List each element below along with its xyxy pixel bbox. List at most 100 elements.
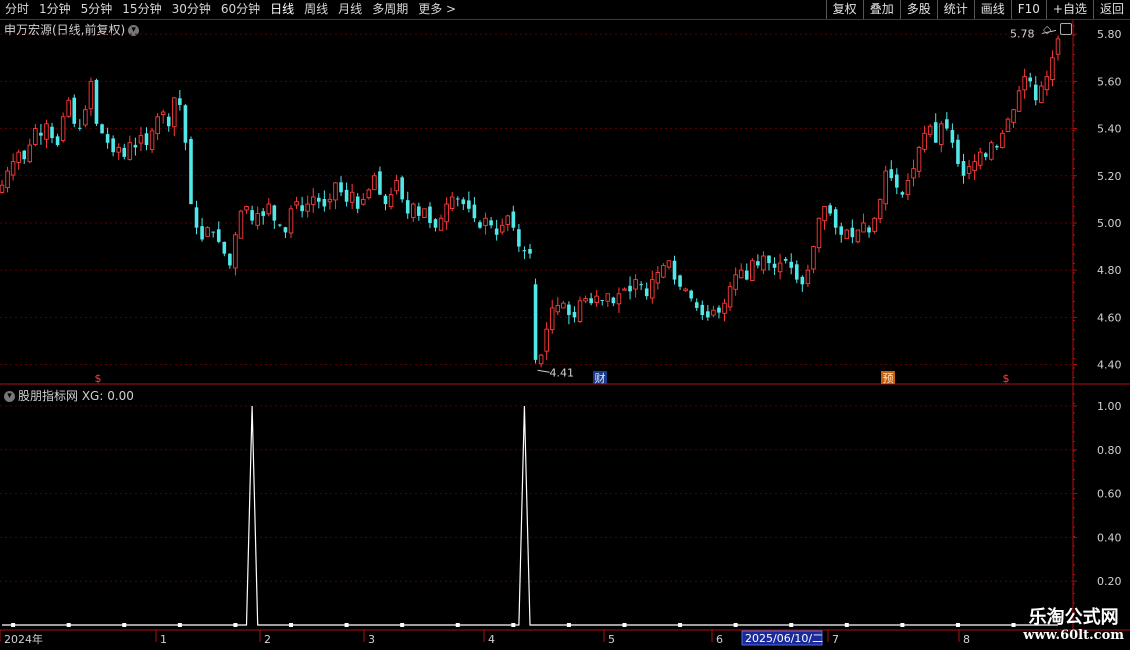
candle-body-down (383, 195, 388, 205)
candle-body-down (166, 116, 171, 127)
xg-point (177, 623, 182, 627)
candle-body-up (138, 135, 144, 144)
date-tick-label: 6 (716, 633, 723, 646)
candle-body-up (438, 217, 444, 231)
candle-body-up (1050, 57, 1055, 80)
candle-body-down (833, 209, 838, 228)
candle-body-down (644, 288, 649, 297)
candle-body-up (238, 210, 244, 239)
candle-body-down (428, 206, 432, 223)
indicator-tick-label: 0.40 (1097, 531, 1122, 544)
xg-point (455, 623, 460, 627)
xg-point (122, 623, 127, 627)
candle-body-up (777, 262, 783, 273)
xg-point (233, 623, 238, 627)
kline-chart[interactable]: 5.80 5.60 5.40 5.20 5.00 4.80 4.60 4.40 5.78 4.41… (0, 0, 1130, 650)
candle-body-up (905, 180, 911, 196)
candle-body-up (172, 97, 177, 128)
candle-body-up (310, 196, 316, 205)
candle-body-up (16, 151, 21, 163)
candle-body-up (605, 293, 611, 302)
watermark-title: 乐淘公式网 (1028, 606, 1119, 628)
candle-body-up (861, 222, 866, 233)
low-price-label: 4.41 (550, 366, 575, 379)
candle-body-up (1016, 90, 1022, 112)
candle-body-down (317, 197, 321, 202)
candle-body-up (127, 142, 133, 160)
candle-body-down (717, 307, 721, 313)
price-tick-label: 5.00 (1097, 217, 1122, 230)
candle-body-down (678, 275, 682, 287)
candle-body-up (288, 208, 294, 234)
event-marker[interactable]: 预 (883, 372, 894, 385)
xg-point (844, 623, 849, 627)
candle-body-up (711, 309, 716, 316)
candle-body-down (211, 231, 215, 233)
crosshair-date-label: 2025/06/10/二 (745, 632, 823, 645)
candle-body-up (977, 151, 983, 166)
xg-point (955, 623, 960, 627)
candle-body-up (449, 196, 455, 209)
candle-body-up (361, 198, 366, 205)
candle-body-up (549, 307, 555, 331)
candle-body-down (867, 227, 871, 233)
diamond-icon[interactable]: ◇ (1043, 23, 1051, 36)
candle-body-down (339, 182, 343, 193)
xg-indicator-line (2, 405, 1058, 626)
candle-body-down (400, 177, 404, 200)
candle-body-up (655, 272, 661, 284)
candle-body-down (355, 196, 360, 209)
candle-body-up (855, 229, 861, 243)
price-tick-label: 5.60 (1097, 75, 1122, 88)
candle-body-down (528, 248, 532, 254)
xg-point (11, 623, 16, 627)
candle-body-down (783, 259, 788, 261)
indicator-tick-label: 0.20 (1097, 575, 1122, 588)
candle-body-down (1028, 77, 1033, 82)
indicator-tick-label: 1.00 (1097, 400, 1122, 413)
candle-body-up (877, 198, 883, 219)
candle-body-up (544, 328, 549, 352)
candle-body-down (950, 130, 955, 143)
candle-body-down (533, 284, 538, 360)
candle-body-up (0, 184, 5, 193)
candle-body-up (233, 234, 238, 269)
candle-body-up (650, 279, 655, 299)
candle-body-up (394, 180, 399, 192)
candle-body-down (417, 206, 421, 216)
candle-body-down (133, 144, 138, 148)
candle-body-up (294, 201, 299, 206)
candle-body-up (366, 189, 372, 199)
candle-body-up (327, 198, 333, 203)
event-marker[interactable]: 财 (595, 371, 606, 385)
candle-body-up (666, 260, 672, 268)
candle-body-up (738, 269, 744, 279)
candle-body-up (422, 208, 427, 218)
candle-body-down (689, 290, 693, 299)
event-marker[interactable]: $ (1003, 372, 1010, 385)
candle-body-up (116, 146, 121, 153)
candle-body-down (405, 200, 410, 214)
candle-body-up (722, 302, 727, 314)
candle-body-down (433, 219, 438, 228)
xg-point (789, 623, 794, 627)
candle-body-down (111, 138, 115, 153)
candle-body-up (60, 116, 66, 141)
candle-body-up (561, 302, 566, 309)
candle-body-down (611, 297, 616, 304)
event-marker[interactable]: $ (95, 372, 102, 385)
candle-body-up (750, 260, 755, 282)
candle-body-up (661, 264, 666, 278)
candle-body-up (683, 288, 688, 292)
candle-body-down (983, 153, 988, 157)
candle-body-down (744, 270, 749, 280)
candle-body-up (1055, 38, 1061, 55)
candle-body-up (922, 132, 927, 150)
candle-body-down (956, 139, 960, 164)
xg-point (344, 623, 349, 627)
panel-toggle-icon[interactable] (1060, 23, 1072, 35)
candle-body-down (789, 261, 794, 268)
candle-body-up (333, 182, 338, 201)
candle-body-down (178, 98, 182, 105)
candle-body-down (100, 124, 104, 134)
